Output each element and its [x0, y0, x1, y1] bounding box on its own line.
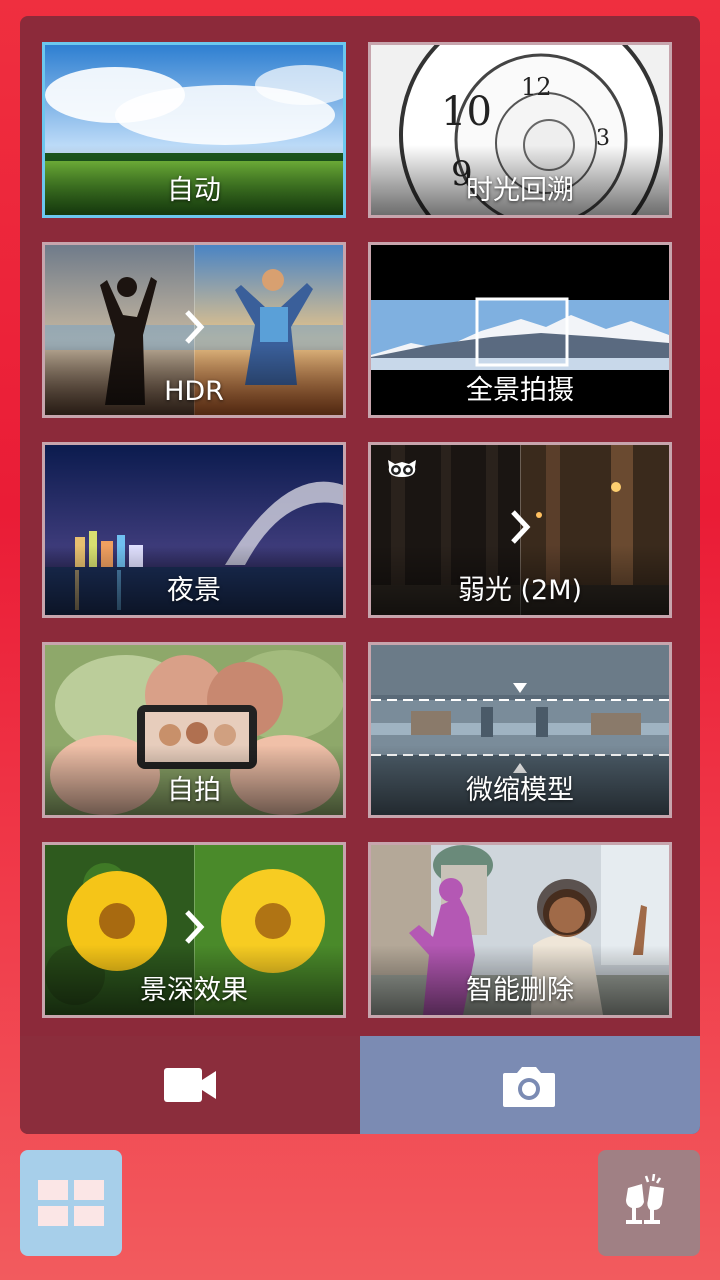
photo-mode-button[interactable] [360, 1036, 700, 1134]
mode-low-light-tile[interactable]: 弱光 (2M) [368, 442, 672, 618]
svg-text:10: 10 [441, 89, 492, 135]
mode-smart-remove-tile[interactable]: 智能删除 [368, 842, 672, 1018]
mode-label: 弱光 (2M) [457, 575, 583, 606]
mode-label: 自拍 [167, 775, 221, 806]
mode-miniature-tile[interactable]: 微缩模型 [368, 642, 672, 818]
mode-panorama-tile[interactable]: 全景拍摄 [368, 242, 672, 418]
mode-label: 景深效果 [140, 975, 248, 1006]
compare-arrow-icon [185, 909, 205, 944]
mode-label: 夜景 [167, 575, 221, 606]
video-mode-button[interactable] [20, 1036, 360, 1134]
mode-depth-of-field-tile[interactable]: 景深效果 [42, 842, 346, 1018]
party-mode-button[interactable] [598, 1150, 700, 1256]
mode-grid-button[interactable] [20, 1150, 122, 1256]
mode-label: 时光回溯 [466, 175, 574, 206]
mode-label: HDR [164, 376, 224, 407]
mode-time-rewind-tile[interactable]: 10 9 12 3 时光回溯 [368, 42, 672, 218]
mode-label: 自动 [167, 175, 221, 206]
camera-icon [503, 1067, 555, 1107]
mode-hdr-tile[interactable]: HDR [42, 242, 346, 418]
video-camera-icon [164, 1068, 216, 1102]
compare-arrow-icon [185, 309, 205, 344]
owl-icon [388, 460, 416, 477]
compare-arrow-icon [511, 509, 531, 544]
mode-selfie-tile[interactable]: 自拍 [42, 642, 346, 818]
cheers-glasses-icon [626, 1174, 664, 1224]
mode-grid-panel: 自动 10 9 12 3 时光回溯 [20, 16, 700, 1134]
grid-icon [38, 1180, 104, 1226]
mode-label: 微缩模型 [466, 775, 574, 806]
capture-mode-bar [20, 1036, 700, 1134]
mode-night-tile[interactable]: 夜景 [42, 442, 346, 618]
mode-auto-tile[interactable]: 自动 [42, 42, 346, 218]
mode-label: 全景拍摄 [466, 375, 574, 406]
mode-label: 智能删除 [466, 975, 574, 1006]
svg-text:12: 12 [521, 73, 552, 101]
